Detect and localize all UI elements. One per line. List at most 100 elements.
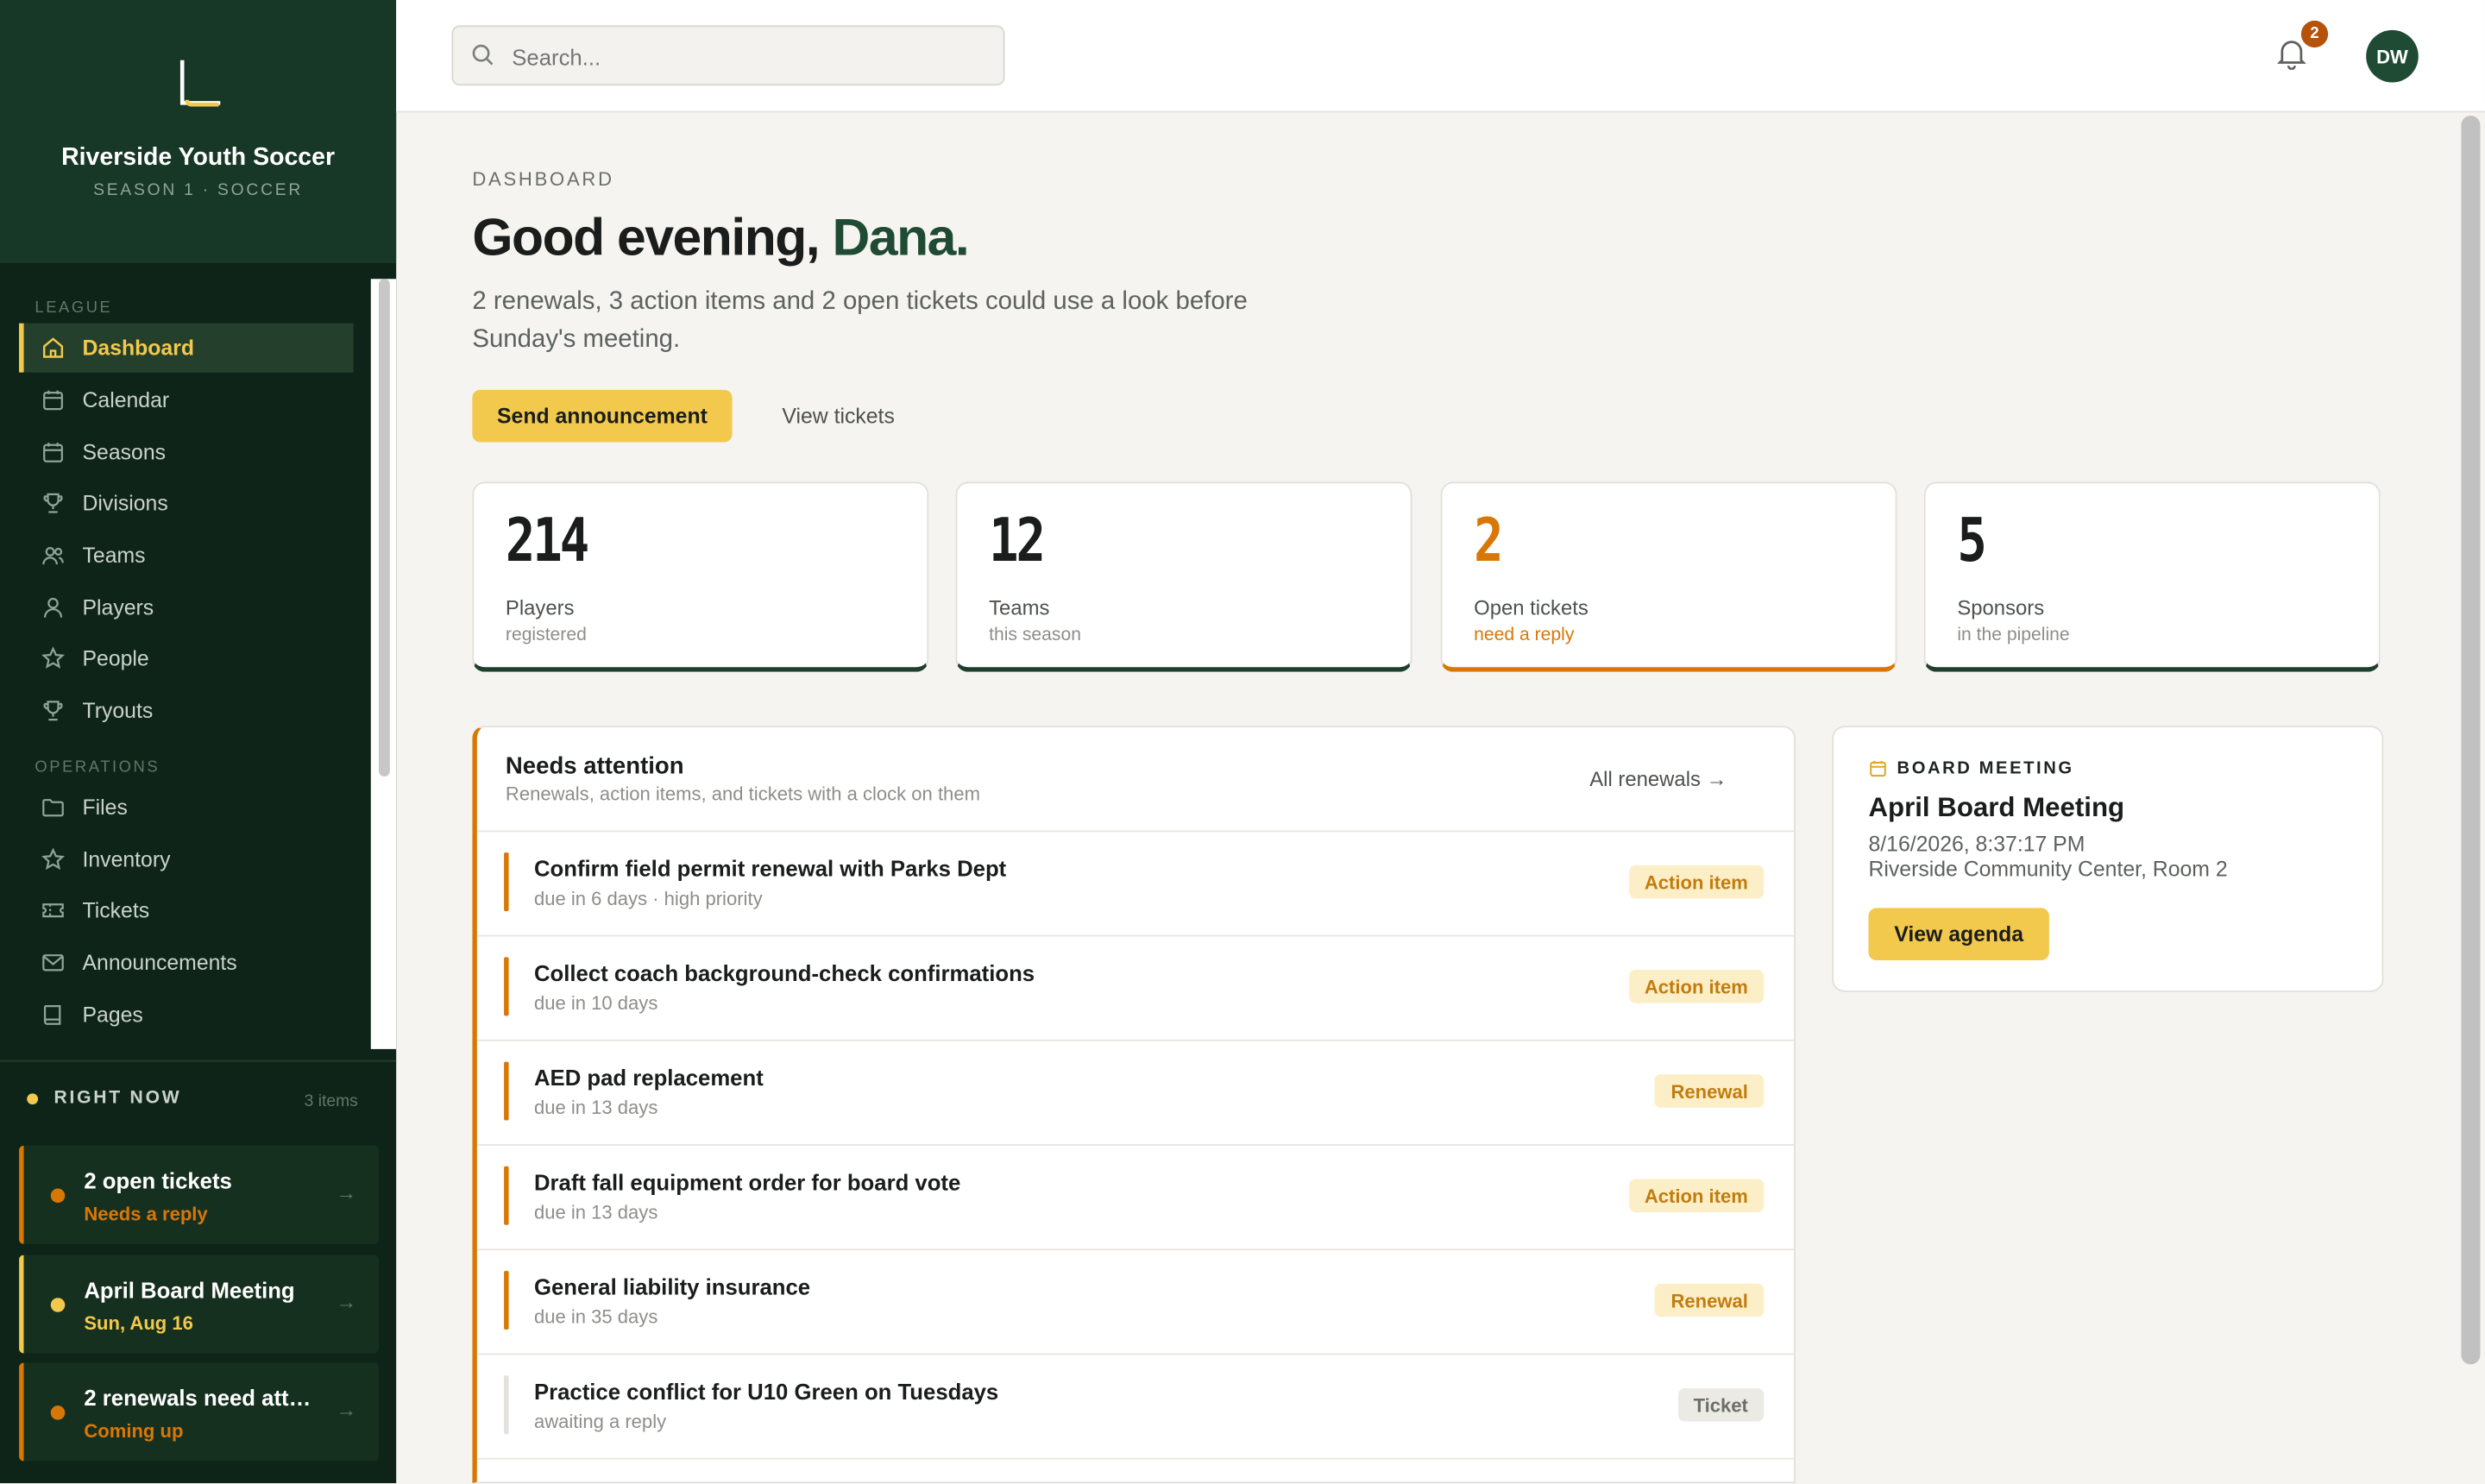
status-dot-icon — [50, 1405, 66, 1420]
calendar-icon — [40, 387, 65, 412]
right-now-card-sub: Sun, Aug 16 — [84, 1311, 193, 1335]
status-dot-icon — [50, 1188, 66, 1204]
greeting-text: Good evening, — [472, 207, 820, 267]
sidebar-item-label: Calendar — [82, 387, 170, 412]
arrow-right-icon: → — [336, 1397, 357, 1422]
stat-value: 5 — [1957, 505, 1986, 575]
sidebar: Riverside Youth Soccer SEASON 1 · SOCCER… — [0, 0, 397, 1484]
main-scrollbar-thumb[interactable] — [2461, 116, 2481, 1365]
live-dot-icon — [27, 1093, 39, 1105]
needs-attention-header: Needs attention Renewals, action items, … — [476, 727, 1795, 833]
item-tag: Action item — [1628, 1179, 1765, 1213]
org-season: SEASON 1 · SOCCER — [93, 180, 304, 200]
right-now-card-title: 2 open tickets — [84, 1167, 232, 1194]
list-item[interactable]: AED pad replacement due in 13 days Renew… — [476, 1040, 1795, 1146]
sidebar-item-label: Inventory — [82, 847, 171, 872]
meeting-location: Riverside Community Center, Room 2 — [1868, 857, 2228, 882]
sidebar-item-dashboard[interactable]: Dashboard — [19, 323, 354, 373]
sidebar-item-players[interactable]: Players — [19, 583, 354, 632]
search-box[interactable] — [451, 25, 1005, 86]
notification-badge: 2 — [2300, 20, 2329, 48]
view-tickets-button[interactable]: View tickets — [758, 390, 919, 443]
folder-icon — [40, 795, 65, 820]
sidebar-item-people[interactable]: People — [19, 634, 354, 683]
status-dot-icon — [50, 1298, 66, 1312]
sidebar-item-tryouts[interactable]: Tryouts — [19, 686, 354, 735]
sidebar-item-files[interactable]: Files — [19, 783, 354, 832]
priority-bar — [504, 852, 509, 912]
user-avatar[interactable]: DW — [2366, 29, 2419, 83]
board-meeting-card: BOARD MEETING April Board Meeting 8/16/2… — [1832, 726, 2384, 992]
sidebar-item-label: Seasons — [82, 440, 167, 465]
stat-card-players[interactable]: 214 Players registered — [472, 481, 929, 672]
stat-card-open-tickets[interactable]: 2 Open tickets need a reply — [1440, 481, 1897, 672]
needs-attention-panel: Needs attention Renewals, action items, … — [472, 726, 1796, 1484]
priority-bar — [504, 1375, 509, 1435]
calendar-icon — [1868, 758, 1887, 786]
sidebar-item-teams[interactable]: Teams — [19, 531, 354, 580]
right-now-title: RIGHT NOW — [53, 1088, 182, 1108]
search-input[interactable] — [508, 39, 991, 75]
sidebar-item-divisions[interactable]: Divisions — [19, 479, 354, 528]
ticket-icon — [40, 897, 65, 922]
priority-bar — [504, 1166, 509, 1225]
all-renewals-link[interactable]: All renewals → — [1589, 767, 1727, 791]
nav-scroll-area: LEAGUE Dashboard Calendar Seasons Divisi… — [0, 263, 397, 1060]
brand-header: Riverside Youth Soccer SEASON 1 · SOCCER — [0, 0, 397, 263]
stat-card-sponsors[interactable]: 5 Sponsors in the pipeline — [1923, 481, 2381, 672]
page-summary: 2 renewals, 3 action items and 2 open ti… — [472, 288, 1248, 354]
right-now-count: 3 items — [304, 1091, 358, 1111]
meeting-label: BOARD MEETING — [1897, 758, 2074, 778]
search-icon — [470, 43, 494, 75]
sidebar-item-inventory[interactable]: Inventory — [19, 835, 354, 884]
right-now-card-title: 2 renewals need attention — [84, 1385, 322, 1411]
stat-sub: this season — [989, 626, 1081, 645]
list-item[interactable]: Confirm field permit renewal with Parks … — [476, 830, 1795, 937]
sidebar-item-calendar[interactable]: Calendar — [19, 375, 354, 424]
mail-icon — [40, 950, 65, 975]
sidebar-item-seasons[interactable]: Seasons — [19, 428, 354, 477]
home-icon — [40, 335, 65, 360]
priority-bar — [504, 957, 509, 1016]
stat-card-teams[interactable]: 12 Teams this season — [955, 481, 1412, 672]
right-now-card-tickets[interactable]: 2 open tickets Needs a reply → — [19, 1145, 379, 1244]
item-sub: due in 13 days — [533, 1096, 658, 1119]
nav-section-league: LEAGUE — [35, 299, 113, 318]
sidebar-item-pages[interactable]: Pages — [19, 990, 354, 1040]
right-now-card-renewals[interactable]: 2 renewals need attention Coming up → — [19, 1362, 379, 1462]
user-icon — [40, 595, 65, 620]
send-announcement-button[interactable]: Send announcement — [472, 389, 733, 443]
sidebar-item-tickets[interactable]: Tickets — [19, 886, 354, 935]
stat-value: 2 — [1474, 505, 1503, 575]
item-tag: Ticket — [1677, 1387, 1765, 1422]
breadcrumb: DASHBOARD — [472, 167, 614, 191]
stat-sub: registered — [505, 626, 587, 645]
view-agenda-button[interactable]: View agenda — [1868, 908, 2049, 961]
stat-label: Open tickets — [1474, 595, 1589, 620]
nav-scrollbar-thumb[interactable] — [378, 279, 390, 777]
list-item[interactable]: Practice conflict for U10 Green on Tuesd… — [476, 1354, 1795, 1460]
nav-section-operations: OPERATIONS — [35, 758, 160, 777]
trophy-icon — [40, 698, 65, 723]
arrow-right-icon: → — [336, 1290, 357, 1314]
list-item[interactable]: Draft fall equipment order for board vot… — [476, 1144, 1795, 1251]
item-tag: Renewal — [1655, 1074, 1765, 1108]
bell-icon[interactable] — [2276, 38, 2306, 78]
sidebar-item-label: Divisions — [82, 491, 168, 515]
sidebar-item-announcements[interactable]: Announcements — [19, 938, 354, 987]
meeting-title: April Board Meeting — [1868, 792, 2125, 823]
list-item[interactable]: General liability insurance due in 35 da… — [476, 1248, 1795, 1355]
item-sub: due in 35 days — [533, 1305, 658, 1329]
sidebar-item-label: Files — [82, 795, 128, 820]
list-item[interactable]: Collect coach background-check confirmat… — [476, 935, 1795, 1041]
item-sub: due in 6 days · high priority — [533, 887, 763, 910]
users-icon — [40, 543, 65, 568]
right-now-card-meeting[interactable]: April Board Meeting Sun, Aug 16 → — [19, 1254, 379, 1354]
sidebar-item-label: Players — [82, 595, 154, 620]
star-icon — [40, 847, 65, 872]
panel-subtitle: Renewals, action items, and tickets with… — [505, 783, 980, 806]
panel-title: Needs attention — [505, 752, 684, 780]
item-sub: awaiting a reply — [533, 1410, 667, 1433]
item-title: Confirm field permit renewal with Parks … — [533, 855, 1007, 882]
item-title: Collect coach background-check confirmat… — [533, 960, 1035, 986]
